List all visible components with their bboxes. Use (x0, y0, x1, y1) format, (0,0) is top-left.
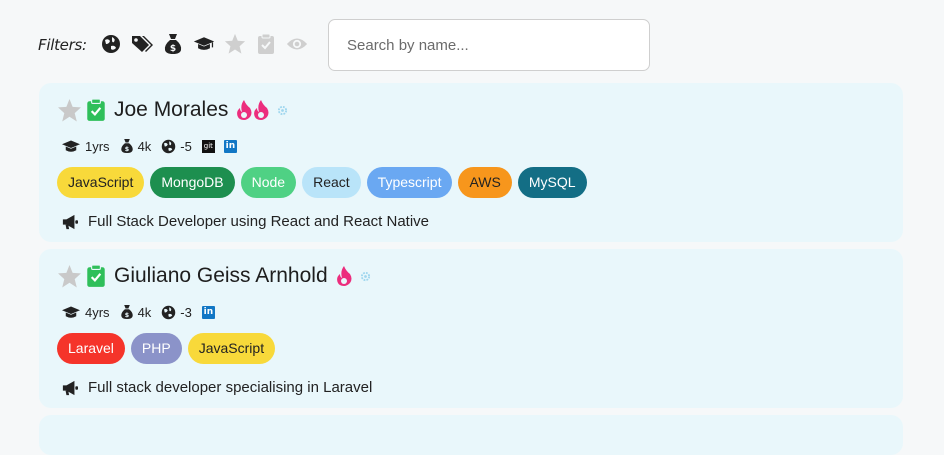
timezone-value: -3 (180, 304, 192, 320)
eye-icon[interactable] (286, 33, 308, 55)
timezone-value: -5 (180, 138, 192, 154)
candidate-header: Giuliano Geiss Arnhold (57, 261, 371, 291)
candidate-name[interactable]: Joe Morales (114, 98, 228, 122)
tags-icon[interactable] (131, 33, 153, 55)
megaphone-icon (62, 380, 78, 395)
fire-rating (336, 266, 352, 286)
timezone: -3 (161, 305, 192, 320)
timezone: -5 (161, 139, 192, 154)
clipboard-check-icon[interactable] (255, 33, 277, 55)
filters-label: Filters: (38, 36, 87, 54)
skill-tag[interactable]: AWS (458, 167, 512, 198)
salary-value: 4k (137, 304, 152, 320)
fire-icon (237, 100, 252, 120)
skill-tags: JavaScript MongoDB Node React Typescript… (57, 167, 587, 198)
svg-text:$: $ (124, 146, 128, 153)
candidate-name[interactable]: Giuliano Geiss Arnhold (114, 264, 328, 288)
fire-icon (254, 100, 269, 120)
gear-icon[interactable] (277, 105, 288, 116)
salary-value: 4k (137, 138, 152, 154)
graduation-cap-icon (62, 140, 80, 152)
clipboard-check-icon[interactable] (86, 98, 106, 122)
filter-bar: Filters: $ (38, 19, 944, 73)
candidate-card[interactable]: Giuliano Geiss Arnhold 4yrs $ 4k -3 in L… (39, 249, 903, 408)
candidate-card[interactable]: Joe Morales 1yrs $ 4k -5 git in JavaScri… (39, 83, 903, 242)
candidate-bio: Full Stack Developer using React and Rea… (61, 213, 429, 230)
candidate-meta: 1yrs $ 4k -5 git in (61, 138, 237, 154)
linkedin-icon[interactable]: in (201, 305, 215, 319)
candidate-meta: 4yrs $ 4k -3 in (61, 304, 215, 320)
skill-tag[interactable]: MySQL (517, 167, 587, 198)
money-bag-icon[interactable]: $ (162, 33, 184, 55)
fire-icon (336, 266, 352, 286)
salary: $ 4k (120, 138, 152, 154)
candidate-header: Joe Morales (57, 95, 288, 125)
experience: 1yrs (61, 139, 110, 154)
skill-tag[interactable]: Laravel (57, 333, 125, 364)
gear-icon[interactable] (360, 271, 371, 282)
globe-icon (162, 305, 176, 319)
experience-value: 1yrs (85, 138, 110, 154)
salary: $ 4k (120, 304, 152, 320)
experience-value: 4yrs (85, 304, 110, 320)
graduation-cap-icon (62, 306, 80, 318)
skill-tag[interactable]: MongoDB (150, 167, 235, 198)
skill-tags: Laravel PHP JavaScript (57, 333, 276, 364)
search-input[interactable] (328, 19, 650, 71)
skill-tag[interactable]: JavaScript (187, 333, 276, 364)
favorite-star-icon[interactable] (57, 264, 82, 289)
money-bag-icon: $ (120, 139, 133, 153)
skill-tag[interactable]: Node (240, 167, 297, 198)
linkedin-icon[interactable]: in (223, 139, 237, 153)
skill-tag[interactable]: JavaScript (57, 167, 145, 198)
bio-text: Full stack developer specialising in Lar… (88, 379, 373, 396)
globe-icon (162, 139, 176, 153)
star-icon[interactable] (224, 33, 246, 55)
fire-rating (236, 100, 269, 120)
bio-text: Full Stack Developer using React and Rea… (88, 213, 430, 230)
favorite-star-icon[interactable] (57, 98, 82, 123)
svg-text:$: $ (170, 44, 176, 54)
globe-icon[interactable] (100, 33, 122, 55)
skill-tag[interactable]: Typescript (366, 167, 453, 198)
skill-tag[interactable]: PHP (130, 333, 182, 364)
experience: 4yrs (61, 305, 110, 320)
clipboard-check-icon[interactable] (86, 264, 106, 288)
megaphone-icon (62, 214, 78, 229)
filter-icons: $ (100, 33, 308, 55)
skill-tag[interactable]: React (302, 167, 361, 198)
money-bag-icon: $ (120, 305, 133, 319)
candidate-card[interactable] (39, 415, 903, 455)
graduation-cap-icon[interactable] (193, 33, 215, 55)
candidate-bio: Full stack developer specialising in Lar… (61, 379, 372, 396)
github-icon[interactable]: git (201, 139, 215, 153)
svg-text:$: $ (124, 312, 128, 319)
